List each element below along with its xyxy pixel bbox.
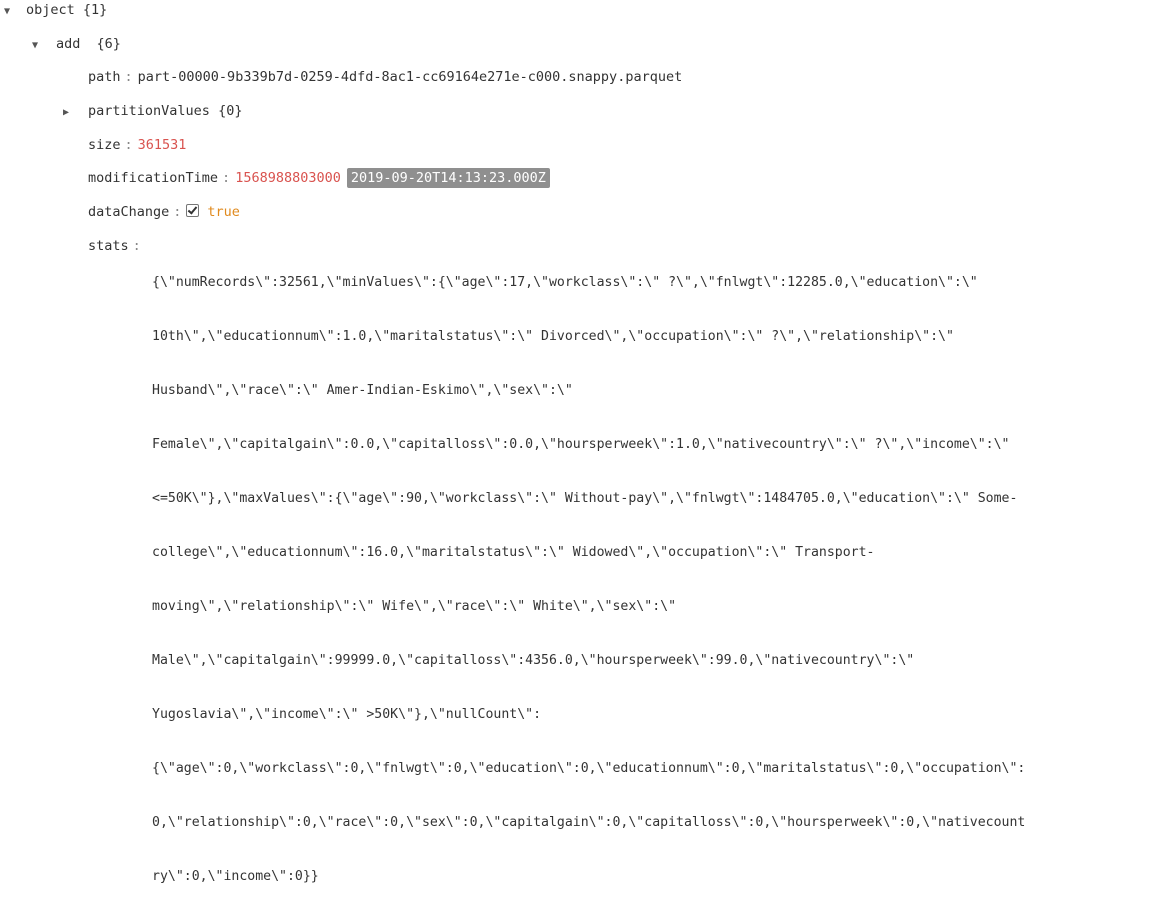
stats-line: 0,\"relationship\":0,\"race\":0,\"sex\":… (152, 815, 1026, 830)
colon-separator: : (173, 204, 182, 220)
stats-line: Female\",\"capitalgain\":0.0,\"capitallo… (152, 437, 1010, 452)
stats-line: 10th\",\"educationnum\":1.0,\"maritalsta… (152, 329, 954, 344)
stats-value: {\"numRecords\":32561,\"minValues\":{\"a… (152, 238, 1160, 922)
colon-separator: : (132, 238, 141, 254)
json-tree-viewer: ▼ object {1} ▼ add {6} path: part-00000-9b3… (0, 0, 1165, 884)
path-value: part-00000-9b339b7d-0259-4dfd-8ac1-cc691… (137, 69, 683, 85)
stats-line: <=50K\"},\"maxValues\":{\"age\":90,\"wor… (152, 491, 1018, 506)
node-count: {1} (82, 2, 108, 18)
colon-separator: : (124, 137, 133, 153)
stats-line: college\",\"educationnum\":16.0,\"marita… (152, 545, 875, 560)
tree-node-add[interactable]: ▼ add {6} (32, 34, 121, 54)
modificationtime-value: 1568988803000 (235, 170, 341, 186)
expand-triangle-down-icon[interactable]: ▼ (32, 36, 46, 56)
stats-line: moving\",\"relationship\":\" Wife\",\"ra… (152, 599, 677, 614)
node-key-add: add (56, 36, 81, 52)
colon-separator: : (222, 170, 231, 186)
node-count: {0} (218, 103, 243, 119)
expand-triangle-down-icon[interactable]: ▼ (4, 2, 18, 22)
tree-node-modificationtime: modificationTime:1568988803000 2019-09-20… (88, 168, 550, 188)
node-key-size: size (88, 137, 121, 153)
node-count: {6} (96, 36, 121, 52)
tree-node-path: path: part-00000-9b339b7d-0259-4dfd-8ac1-… (88, 67, 682, 87)
date-badge: 2019-09-20T14:13:23.000Z (346, 168, 550, 188)
tree-node-root[interactable]: ▼ object {1} (4, 0, 107, 20)
stats-line: Yugoslavia\",\"income\":\" >50K\"},\"nul… (152, 707, 542, 722)
stats-line: Male\",\"capitalgain\":99999.0,\"capital… (152, 653, 915, 668)
stats-line: {\"age\":0,\"workclass\":0,\"fnlwgt\":0,… (152, 761, 1026, 776)
node-key-modificationtime: modificationTime (88, 170, 219, 186)
stats-line: ry\":0,\"income\":0}} (152, 869, 319, 884)
node-key-datachange: dataChange (88, 204, 170, 220)
tree-node-partitionvalues[interactable]: ▶ partitionValues {0} (63, 101, 242, 121)
colon-separator: : (124, 69, 133, 85)
collapse-triangle-right-icon[interactable]: ▶ (63, 103, 77, 123)
node-key-stats: stats (88, 238, 129, 254)
tree-node-datachange: dataChange: true (88, 202, 240, 222)
datachange-value: true (207, 204, 240, 220)
tree-node-stats: stats: (88, 236, 146, 256)
tree-node-size: size:361531 (88, 135, 186, 155)
node-key-path: path (88, 69, 121, 85)
stats-line: Husband\",\"race\":\" Amer-Indian-Eskimo… (152, 383, 573, 398)
node-key-partitionvalues: partitionValues (88, 103, 210, 119)
stats-line: {\"numRecords\":32561,\"minValues\":{\"a… (152, 275, 978, 290)
node-key-object: object (26, 2, 75, 18)
size-value: 361531 (137, 137, 187, 153)
datachange-checkbox[interactable] (186, 204, 200, 217)
